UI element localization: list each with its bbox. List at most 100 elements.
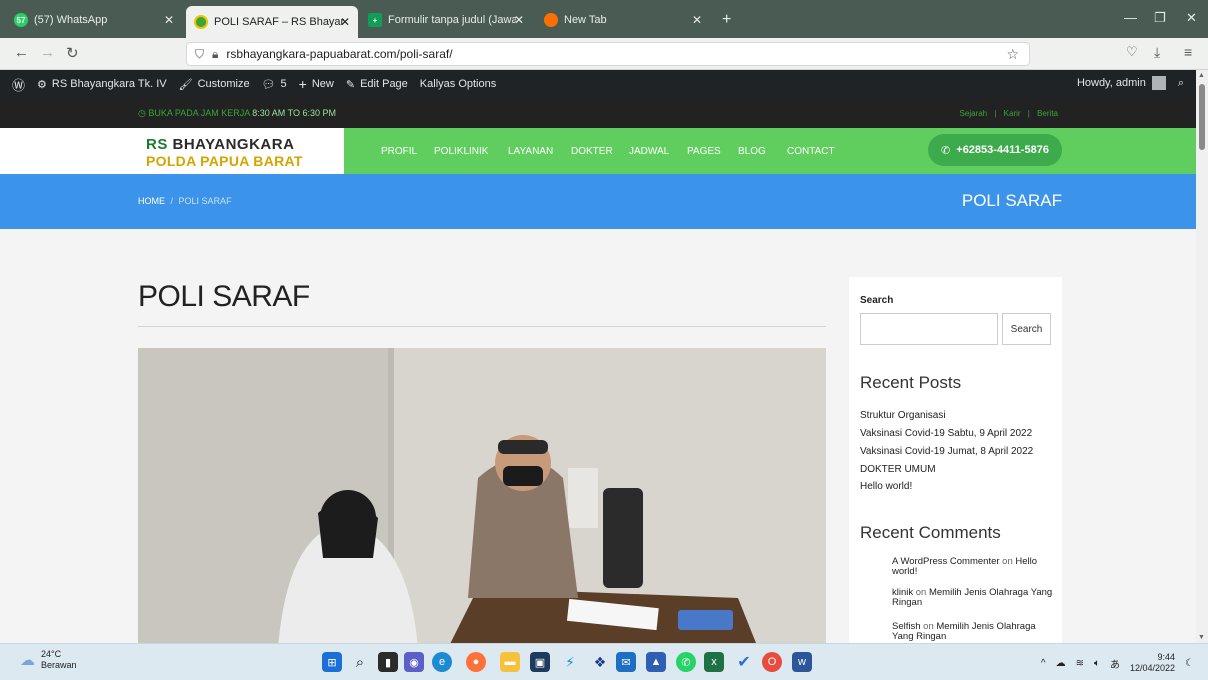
volume-icon[interactable]: 🔈︎ — [1094, 658, 1100, 669]
weather-widget[interactable]: ☁ 24°C Berawan — [20, 649, 77, 671]
admin-comments[interactable]: 💬︎ 5 — [262, 78, 287, 91]
window-close-icon[interactable]: ✕ — [1186, 10, 1197, 26]
tab-whatsapp[interactable]: 57 (57) WhatsApp ✕ — [6, 6, 182, 34]
recent-comment: A WordPress Commenter on Hello world! — [892, 557, 1057, 577]
pocket-icon[interactable]: ♡ — [1126, 44, 1138, 60]
top-link-karir[interactable]: Karir — [1004, 109, 1021, 118]
scroll-down-icon[interactable]: ▼ — [1198, 634, 1205, 641]
onedrive-icon[interactable]: ☁ — [1056, 658, 1066, 669]
search-icon[interactable]: ⌕ — [350, 652, 370, 672]
search-input[interactable] — [860, 313, 998, 345]
task-view-icon[interactable]: ▮ — [378, 652, 398, 672]
title-divider — [138, 326, 826, 327]
menu-item-layanan[interactable]: LAYANAN — [508, 146, 553, 157]
top-link-berita[interactable]: Berita — [1037, 109, 1058, 118]
tab-formulir[interactable]: + Formulir tanpa judul (Jawaban) ✕ — [360, 6, 532, 34]
restore-icon[interactable]: ❐ — [1154, 10, 1166, 26]
page-heading-bar: HOME / POLI SARAF POLI SARAF — [0, 174, 1196, 229]
file-explorer-icon[interactable]: ▬ — [500, 652, 520, 672]
download-icon[interactable]: ⤓ — [1154, 44, 1160, 61]
new-tab-button[interactable]: + — [714, 6, 738, 34]
back-icon[interactable]: ← — [14, 44, 29, 61]
close-icon[interactable]: ✕ — [692, 13, 702, 27]
admin-kallyas-options[interactable]: Kallyas Options — [420, 78, 496, 90]
menu-item-pages[interactable]: PAGES — [687, 146, 721, 157]
forward-icon[interactable]: → — [40, 44, 55, 61]
wifi-icon[interactable]: ≋ — [1076, 658, 1084, 669]
start-icon[interactable]: ⊞ — [322, 652, 342, 672]
recent-post-link[interactable]: Vaksinasi Covid-19 Sabtu, 9 April 2022 — [860, 428, 1032, 439]
opera-icon[interactable]: O — [762, 652, 782, 672]
menu-item-profil[interactable]: PROFIL — [381, 146, 417, 157]
close-icon[interactable]: ✕ — [340, 15, 350, 29]
top-link-sejarah[interactable]: Sejarah — [960, 109, 988, 118]
tab-label: Formulir tanpa judul (Jawaban) — [388, 14, 516, 26]
admin-new[interactable]: + New — [299, 76, 334, 92]
menu-item-jadwal[interactable]: JADWAL — [629, 146, 669, 157]
admin-customize[interactable]: 🖌︎ Customize — [179, 78, 250, 91]
breadcrumb-separator: / — [170, 196, 174, 206]
store-icon[interactable]: ▣ — [530, 652, 550, 672]
avatar[interactable] — [1151, 76, 1166, 90]
recent-post-link[interactable]: DOKTER UMUM — [860, 464, 936, 475]
shield-icon: ⛉ — [195, 46, 205, 61]
scroll-up-icon[interactable]: ▲ — [1198, 72, 1205, 79]
excel-icon[interactable]: x — [704, 652, 724, 672]
recent-post-link[interactable]: Vaksinasi Covid-19 Jumat, 8 April 2022 — [860, 446, 1033, 457]
reload-icon[interactable]: ↻ — [66, 44, 79, 62]
photos-icon[interactable]: ▲ — [646, 652, 666, 672]
hours-prefix: BUKA PADA JAM KERJA — [148, 108, 250, 118]
minimize-icon[interactable]: — — [1124, 10, 1137, 25]
sidebar: Search Search Recent Posts Struktur Orga… — [849, 277, 1062, 643]
comments-count: 5 — [280, 78, 287, 90]
mail-icon[interactable]: ✉ — [616, 652, 636, 672]
scrollbar-thumb[interactable] — [1199, 84, 1205, 150]
chevron-up-icon[interactable]: ^ — [1041, 658, 1046, 669]
dashboard-icon: ⚙ — [37, 78, 47, 91]
clock[interactable]: 9:44 12/04/2022 — [1130, 652, 1175, 674]
tab-new-tab[interactable]: New Tab ✕ — [536, 6, 710, 34]
howdy-text[interactable]: Howdy, admin — [1077, 77, 1146, 89]
language-icon[interactable]: あ — [1110, 656, 1120, 671]
kallyas-label: Kallyas Options — [419, 78, 497, 90]
forms-plus-icon: + — [368, 13, 382, 27]
breadcrumb-home[interactable]: HOME — [138, 196, 165, 206]
chat-icon[interactable]: ◉ — [404, 652, 424, 672]
main-content: POLI SARAF Search Search Recent Posts St… — [0, 229, 1196, 643]
menu-item-poliklinik[interactable]: POLIKLINIK — [434, 146, 488, 157]
bookmark-star-icon[interactable]: ☆ — [1006, 46, 1019, 63]
address-bar[interactable]: ⛉ 🔒︎ rsbhayangkara-papuabarat.com/poli-s… — [186, 42, 1030, 66]
comment-on: on — [1002, 556, 1013, 567]
firefox-icon[interactable]: ● — [466, 652, 486, 672]
menu-item-contact[interactable]: CONTACT — [787, 146, 835, 157]
whatsapp-icon[interactable]: ✆ — [676, 652, 696, 672]
search-icon[interactable]: ⌕ — [1178, 77, 1184, 90]
menu-icon[interactable]: ≡ — [1184, 44, 1192, 60]
taskbar: ☁ 24°C Berawan ⊞ ⌕ ▮ ◉ e ● ▬ ▣ ⚡ ❖ ✉ ▲ ✆… — [0, 643, 1208, 680]
temperature: 24°C — [41, 649, 62, 659]
dropbox-icon[interactable]: ❖ — [590, 652, 610, 672]
close-icon[interactable]: ✕ — [164, 13, 174, 27]
notifications-icon[interactable]: ☾ — [1185, 658, 1194, 669]
menu-item-blog[interactable]: BLOG — [738, 146, 766, 157]
site-logo[interactable]: RS BHAYANGKARA — [146, 136, 294, 153]
site-header: RS BHAYANGKARA POLDA PAPUA BARAT PROFIL … — [0, 128, 1196, 174]
phone-button[interactable]: ✆ +62853-4411-5876 — [928, 134, 1062, 166]
vscode-icon[interactable]: ⚡ — [560, 652, 580, 672]
edge-icon[interactable]: e — [432, 652, 452, 672]
tab-poli-saraf[interactable]: POLI SARAF – RS Bhayangkara ✕ — [186, 6, 358, 38]
word-icon[interactable]: w — [792, 652, 812, 672]
wordpress-logo-icon[interactable]: Ⓦ — [12, 75, 25, 94]
menu-item-dokter[interactable]: DOKTER — [571, 146, 613, 157]
admin-edit-page[interactable]: ✎ Edit Page — [346, 78, 408, 91]
page-scrollbar[interactable]: ▲ ▼ — [1196, 70, 1208, 643]
breadcrumb: HOME / POLI SARAF — [138, 196, 232, 206]
todo-check-icon[interactable]: ✔ — [734, 652, 754, 672]
search-button[interactable]: Search — [1002, 313, 1051, 345]
admin-site-name[interactable]: ⚙ RS Bhayangkara Tk. IV — [37, 78, 167, 91]
recent-post-link[interactable]: Struktur Organisasi — [860, 410, 946, 421]
close-icon[interactable]: ✕ — [514, 13, 524, 27]
search-label: Search — [860, 295, 894, 306]
logo-rs: RS — [146, 136, 168, 153]
recent-post-link[interactable]: Hello world! — [860, 481, 912, 492]
